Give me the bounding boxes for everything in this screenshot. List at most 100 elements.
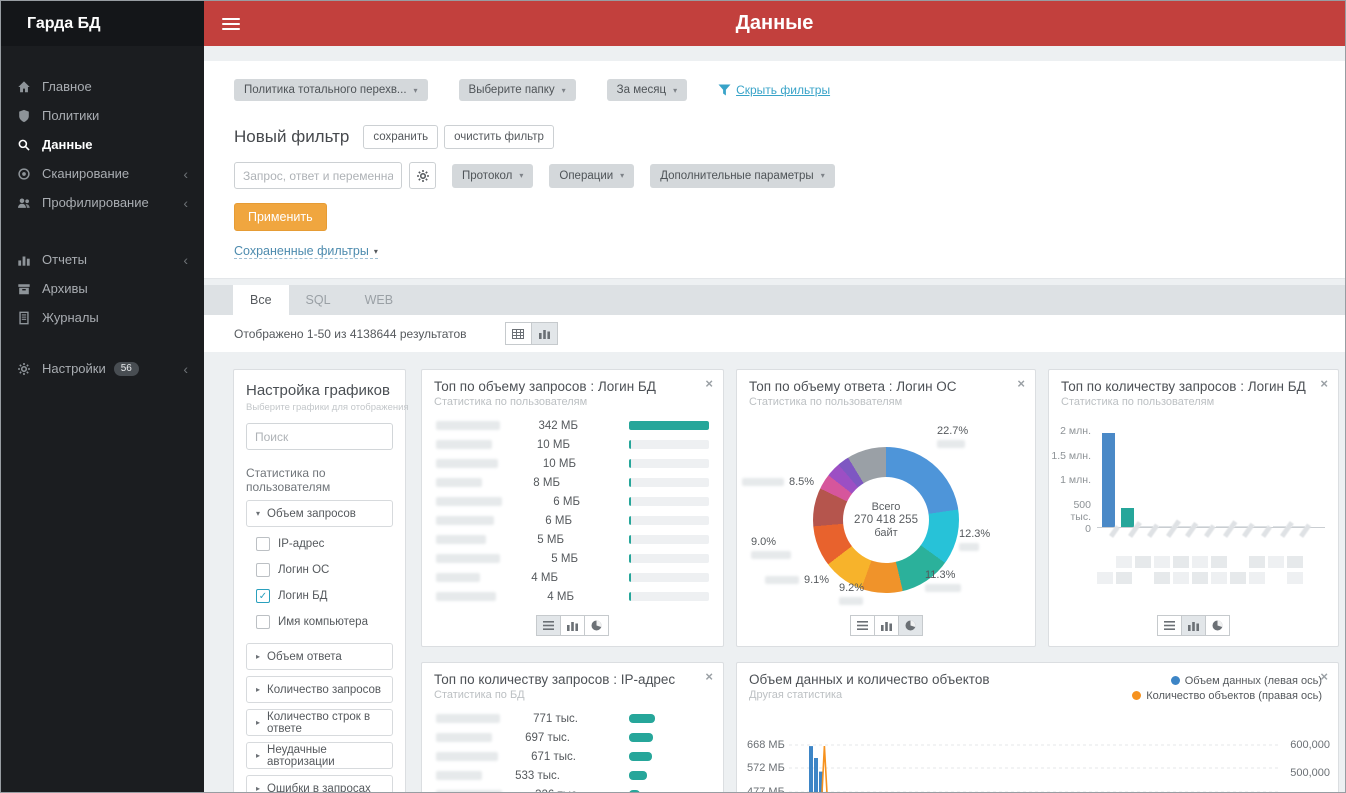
folder-dropdown[interactable]: Выберите папку ▾ — [458, 79, 576, 101]
extra-params-dropdown[interactable]: Дополнительные параметры ▾ — [650, 163, 835, 188]
pie-view-button[interactable] — [1205, 615, 1230, 636]
bar-track — [629, 535, 709, 544]
settings-badge: 56 — [113, 361, 139, 376]
chart-subtitle: Статистика по БД — [434, 689, 525, 701]
chart-group-0-5[interactable]: ▸ Ошибки в запросах — [246, 775, 393, 792]
bar — [1178, 525, 1191, 527]
query-settings-button[interactable] — [409, 162, 436, 189]
sidebar-item-2[interactable]: Данные — [1, 130, 204, 159]
close-icon[interactable]: × — [1017, 377, 1025, 390]
chart-group-0-1[interactable]: ▸ Объем ответа — [246, 643, 393, 670]
bar-view-button[interactable] — [1181, 615, 1206, 636]
close-icon[interactable]: × — [705, 670, 713, 683]
bar-view-icon — [880, 621, 892, 631]
sidebar-item-6[interactable]: Архивы — [1, 274, 204, 303]
sidebar-item-4[interactable]: Профилирование ‹ — [1, 188, 204, 217]
view-tabs: Все SQL WEB — [204, 285, 1345, 315]
bar-list: 342 МБ 10 МБ 10 МБ 8 МБ 6 МБ 6 МБ 5 МБ 5 МБ 4 МБ… — [422, 416, 723, 606]
bar-view-button[interactable] — [873, 615, 899, 636]
tab-sql[interactable]: SQL — [289, 285, 348, 315]
redacted-label — [959, 543, 979, 551]
tab-web[interactable]: WEB — [348, 285, 410, 315]
checkbox[interactable]: ✓ — [256, 589, 270, 603]
legend-dot-orange — [1132, 691, 1142, 700]
list-view-button[interactable] — [1157, 615, 1182, 636]
chart-option[interactable]: Имя компьютера — [246, 609, 393, 635]
list-view-button[interactable] — [536, 615, 561, 636]
pie-view-icon — [1212, 620, 1223, 631]
sidebar-item-0[interactable]: Главное — [1, 72, 204, 101]
sidebar-item-label: Настройки — [42, 361, 106, 376]
operations-dropdown[interactable]: Операции ▾ — [549, 163, 635, 188]
bar — [1102, 432, 1115, 527]
chart-group-0-4[interactable]: ▸ Неудачные авторизации — [246, 742, 393, 769]
chart-view-toolbar — [422, 615, 723, 636]
bar — [1121, 508, 1134, 527]
sidebar: Гарда БД Главное Политики Данные Сканирован… — [1, 1, 204, 792]
chart-group-0-0[interactable]: ▾ Объем запросов — [246, 500, 393, 527]
apply-button[interactable]: Применить — [234, 203, 327, 231]
close-icon[interactable]: × — [1320, 377, 1328, 390]
period-dropdown[interactable]: За месяц ▾ — [606, 79, 688, 101]
protocol-dropdown[interactable]: Протокол ▾ — [452, 163, 534, 188]
bar — [1159, 525, 1172, 527]
clear-filter-button[interactable]: очистить фильтр — [444, 125, 554, 149]
bar-fill — [629, 733, 653, 742]
bar-track — [629, 733, 709, 742]
list-view-button[interactable] — [849, 615, 875, 636]
save-filter-button[interactable]: сохранить — [363, 125, 439, 149]
bar-value: 8 МБ — [533, 476, 560, 489]
saved-filters-link[interactable]: Сохраненные фильтры ▾ — [234, 244, 378, 259]
pie-view-button[interactable] — [584, 615, 609, 636]
bar-track — [629, 497, 709, 506]
checkbox[interactable] — [256, 563, 270, 577]
sidebar-item-3[interactable]: Сканирование ‹ — [1, 159, 204, 188]
bar-fill — [629, 497, 631, 506]
bar-track — [629, 573, 709, 582]
query-input[interactable] — [234, 162, 402, 189]
bar-value: 697 тыс. — [525, 731, 570, 744]
table-view-button[interactable] — [504, 322, 532, 345]
policy-dropdown[interactable]: Политика тотального перехв... ▾ — [234, 79, 428, 101]
redacted-label — [742, 478, 784, 486]
menu-toggle-button[interactable] — [204, 15, 250, 33]
chart-option[interactable]: Логин ОС — [246, 557, 393, 583]
plot-area — [1097, 430, 1325, 528]
list-view-icon — [543, 621, 554, 630]
caret-right-icon: ▸ — [256, 718, 261, 727]
bar-fill — [629, 752, 652, 761]
checkbox[interactable] — [256, 537, 270, 551]
legend-dot-blue — [1170, 676, 1180, 685]
chart-view-button[interactable] — [530, 322, 558, 345]
bar-row: 4 МБ — [436, 568, 709, 587]
sidebar-item-5[interactable]: Отчеты ‹ — [1, 245, 204, 274]
bar-value: 5 МБ — [537, 533, 564, 546]
scan-icon — [16, 166, 31, 181]
chart-option[interactable]: ✓ Логин БД — [246, 583, 393, 609]
chart-group-0-2[interactable]: ▸ Количество запросов — [246, 676, 393, 703]
reports-icon — [16, 252, 31, 267]
donut-segment-label: 8.5% — [742, 476, 814, 488]
pie-view-button[interactable] — [897, 615, 923, 636]
chart-title: Топ по объему ответа : Логин ОС — [749, 379, 957, 394]
hide-filters-link[interactable]: Скрыть фильтры — [718, 83, 830, 97]
redacted-cell — [1230, 572, 1246, 584]
tab-все[interactable]: Все — [233, 285, 289, 315]
sidebar-item-8[interactable]: Настройки 56 ‹ — [1, 354, 204, 383]
chart-option[interactable]: IP-адрес — [246, 531, 393, 557]
bar-fill — [629, 440, 632, 449]
sidebar-item-7[interactable]: Журналы — [1, 303, 204, 332]
chart-group-0-3[interactable]: ▸ Количество строк в ответе — [246, 709, 393, 736]
close-icon[interactable]: × — [705, 377, 713, 390]
chart-search-input[interactable] — [246, 423, 393, 450]
chart-subtitle: Статистика по пользователям — [1061, 396, 1215, 408]
bar-view-button[interactable] — [560, 615, 585, 636]
sidebar-item-1[interactable]: Политики — [1, 101, 204, 130]
combo-chart-plot — [789, 733, 1281, 792]
redacted-label — [436, 535, 486, 544]
shield-icon — [16, 108, 31, 123]
bar-track — [629, 790, 709, 792]
bar-fill — [629, 478, 631, 487]
redacted-cell — [1116, 572, 1132, 584]
checkbox[interactable] — [256, 615, 270, 629]
